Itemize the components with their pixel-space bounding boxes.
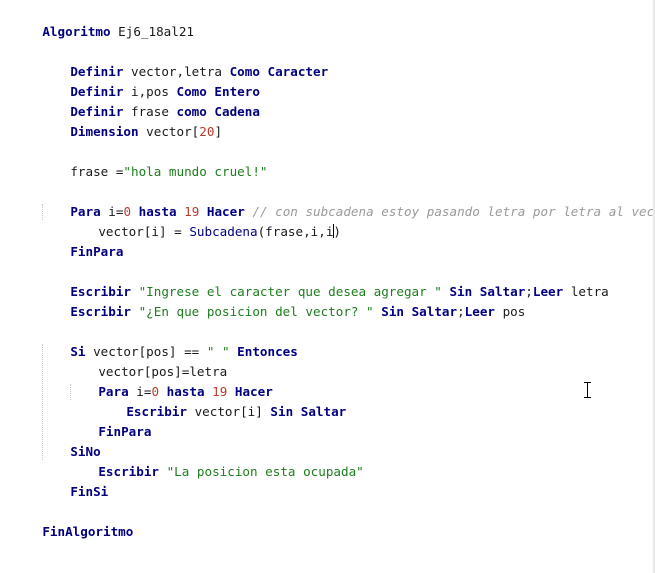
code-line-7: Para i=0 hasta 19 Hacer // con subcadena… [40, 182, 655, 219]
code-text: ; [457, 304, 465, 319]
code-line-1: Algoritmo Ej6_18al21 [12, 2, 194, 39]
code-line-4: Definir frase como Cadena [40, 82, 260, 119]
code-text: pos [495, 304, 526, 319]
code-text: vector[ [138, 124, 200, 139]
string-literal: "hola mundo cruel!" [123, 164, 268, 179]
code-line-9: FinPara [40, 222, 123, 259]
string-literal: "¿En que posicion del vector? " [131, 304, 374, 319]
keyword-escribir: Escribir [70, 304, 132, 319]
keyword-entonces: Entonces [229, 344, 298, 359]
code-text: ) [333, 224, 342, 239]
code-text: frase = [70, 164, 124, 179]
keyword-finpara: FinPara [98, 424, 152, 439]
keyword-sin-saltar: Sin Saltar [373, 304, 458, 319]
algorithm-name: Ej6_18al21 [110, 24, 194, 39]
code-line-15: Escribir vector[i] Sin Saltar [96, 382, 346, 419]
code-line-11: Escribir "¿En que posicion del vector? "… [40, 282, 525, 319]
code-line-8: vector[i] = Subcadena(frase,i,i) [68, 202, 341, 239]
code-line-16: FinPara [68, 402, 151, 439]
code-text: letra [563, 284, 609, 299]
keyword-sin-saltar: Sin Saltar [270, 404, 347, 419]
code-text: (frase,i,i [257, 224, 334, 239]
function-subcadena: Subcadena [189, 224, 258, 239]
code-editor[interactable]: Algoritmo Ej6_18al21 Definir vector,letr… [0, 0, 655, 573]
code-line-6: frase ="hola mundo cruel!" [40, 142, 267, 179]
code-line-14: Para i=0 hasta 19 Hacer [68, 362, 272, 399]
keyword-algoritmo: Algoritmo [42, 24, 111, 39]
code-line-20: FinAlgoritmo [12, 502, 133, 539]
keyword-leer: Leer [464, 304, 495, 319]
keyword-finalgoritmo: FinAlgoritmo [42, 524, 134, 539]
code-line-12: Si vector[pos] == " " Entonces [40, 322, 298, 359]
code-text: vector[i] [187, 404, 271, 419]
number-literal: 20 [199, 124, 215, 139]
keyword-leer: Leer [532, 284, 564, 299]
code-line-10: Escribir "Ingrese el caracter que desea … [40, 262, 608, 299]
string-literal: "La posicion esta ocupada" [159, 464, 364, 479]
code-line-5: Dimension vector[20] [40, 102, 222, 139]
code-line-17: SiNo [40, 422, 100, 459]
code-line-3: Definir i,pos Como Entero [40, 62, 260, 99]
code-line-19: FinSi [40, 462, 108, 499]
code-text: ; [525, 284, 533, 299]
keyword-finsi: FinSi [70, 484, 109, 499]
ibeam-cursor-icon [583, 381, 592, 399]
code-line-13: vector[pos]=letra [68, 342, 227, 379]
keyword-finpara: FinPara [70, 244, 124, 259]
keyword-dimension: Dimension [70, 124, 139, 139]
code-line-2: Definir vector,letra Como Caracter [40, 42, 328, 79]
code-text: ] [214, 124, 223, 139]
code-line-18: Escribir "La posicion esta ocupada" [68, 442, 363, 479]
